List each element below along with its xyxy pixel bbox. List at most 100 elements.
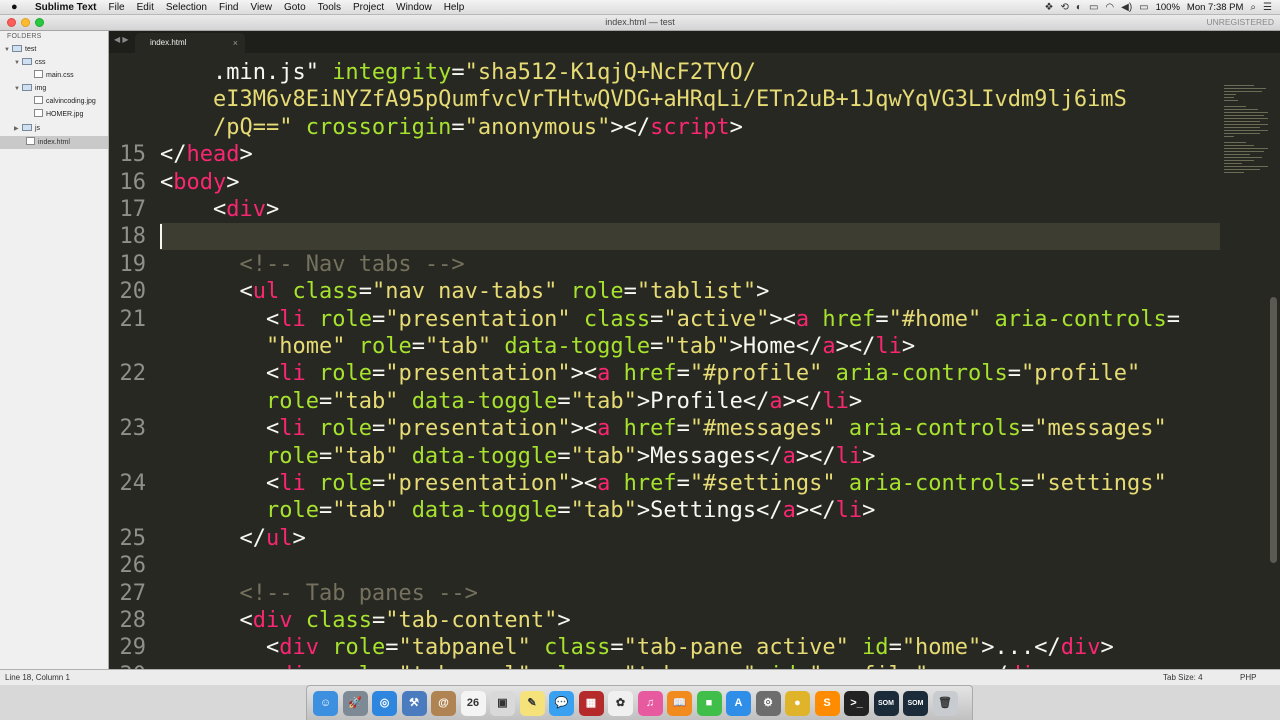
list-icon[interactable]: ☰ bbox=[1263, 2, 1272, 13]
code-line[interactable]: <!-- Nav tabs --> bbox=[160, 251, 464, 278]
code-line[interactable]: <!-- Tab panes --> bbox=[160, 580, 477, 607]
code-line[interactable]: <div> bbox=[160, 196, 279, 223]
code-token: >Messages</ bbox=[636, 444, 783, 469]
disclosure-open-icon[interactable]: ▼ bbox=[14, 83, 22, 96]
screen-icon[interactable]: ▭ bbox=[1089, 2, 1098, 13]
disclosure-open-icon[interactable]: ▼ bbox=[14, 57, 22, 70]
itunes-icon[interactable]: ♫ bbox=[637, 691, 663, 716]
code-line[interactable]: role="tab" data-toggle="tab">Profile</a>… bbox=[160, 388, 862, 415]
minimap[interactable] bbox=[1220, 53, 1268, 669]
sync-icon[interactable]: ⟲ bbox=[1061, 2, 1069, 13]
menu-view[interactable]: View bbox=[250, 2, 272, 13]
vertical-scrollbar[interactable] bbox=[1270, 297, 1277, 563]
line-number: 26 bbox=[119, 553, 147, 578]
menu-help[interactable]: Help bbox=[444, 2, 465, 13]
code-line[interactable]: </ul> bbox=[160, 525, 305, 552]
code-token: data-toggle bbox=[411, 389, 558, 414]
disclosure-open-icon[interactable]: ▼ bbox=[4, 44, 12, 57]
system-preferences-icon[interactable]: ⚙ bbox=[755, 691, 781, 716]
volume-icon[interactable]: ◀) bbox=[1121, 2, 1132, 13]
code-line[interactable]: eI3M6v8EiNYZfA95pQumfvcVrTHtwQVDG+aHRqLi… bbox=[160, 86, 1127, 113]
tab-nav-arrows-icon[interactable]: ◀ ▶ bbox=[114, 35, 129, 44]
photo-icon[interactable]: ▣ bbox=[490, 691, 515, 716]
code-line[interactable]: <div class="tab-content"> bbox=[160, 607, 570, 634]
app-store-icon[interactable]: A bbox=[726, 691, 751, 716]
app-icon-2[interactable]: SOM bbox=[903, 691, 928, 716]
launchpad-icon[interactable]: 🚀 bbox=[342, 691, 368, 716]
terminal-icon[interactable]: >_ bbox=[844, 691, 869, 716]
menu-tools[interactable]: Tools bbox=[318, 2, 341, 13]
code-line[interactable]: <div role="tabpanel" class="tab-pane act… bbox=[160, 634, 1114, 661]
menu-find[interactable]: Find bbox=[219, 2, 238, 13]
code-line[interactable]: "home" role="tab" data-toggle="tab">Home… bbox=[160, 333, 915, 360]
sidebar-file-homer[interactable]: HOMER.jpg bbox=[34, 108, 83, 121]
sidebar-folder-js[interactable]: ▶ js bbox=[14, 122, 40, 135]
clock[interactable]: Mon 7:38 PM bbox=[1187, 2, 1244, 13]
code-line[interactable]: <ul class="nav nav-tabs" role="tablist"> bbox=[160, 278, 769, 305]
code-line[interactable]: <li role="presentation"><a href="#profil… bbox=[160, 360, 1140, 387]
menu-file[interactable]: File bbox=[109, 2, 125, 13]
menu-goto[interactable]: Goto bbox=[284, 2, 306, 13]
sidebar-folder-css[interactable]: ▼ css bbox=[14, 56, 46, 69]
code-token: = bbox=[1021, 471, 1035, 496]
messages-icon[interactable]: 💬 bbox=[549, 691, 574, 716]
code-line[interactable]: role="tab" data-toggle="tab">Settings</a… bbox=[160, 497, 875, 524]
tab-index-html[interactable]: index.html × bbox=[135, 33, 245, 53]
search-icon[interactable]: ⌕ bbox=[1250, 2, 1256, 13]
sidebar-file-index-html[interactable]: index.html bbox=[0, 136, 108, 149]
code-line[interactable]: <div role="tabpanel" class="tab-pane" id… bbox=[160, 662, 1061, 669]
battery-icon[interactable]: ▭ bbox=[1139, 2, 1148, 13]
menu-edit[interactable]: Edit bbox=[137, 2, 154, 13]
code-line[interactable]: .min.js" integrity="sha512-K1qjQ+NcF2TYO… bbox=[160, 59, 756, 86]
image-file-icon bbox=[34, 109, 43, 117]
code-token: > bbox=[265, 197, 280, 222]
tab-size-selector[interactable]: Tab Size: 4 bbox=[1163, 670, 1203, 686]
sidebar-file-calvincoding[interactable]: calvincoding.jpg bbox=[34, 95, 96, 108]
wifi-icon[interactable]: ◠ bbox=[1105, 2, 1114, 13]
trash-icon[interactable]: 🗑 bbox=[932, 691, 958, 716]
app-icon-1[interactable]: SOM bbox=[873, 691, 899, 716]
code-line[interactable] bbox=[160, 223, 1220, 250]
headphones-icon[interactable]: ◐ bbox=[1076, 2, 1082, 13]
code-line[interactable]: role="tab" data-toggle="tab">Messages</a… bbox=[160, 443, 875, 470]
code-line[interactable]: /pQ==" crossorigin="anonymous"></script> bbox=[160, 114, 743, 141]
code-line[interactable]: </head> bbox=[160, 141, 253, 168]
finder-icon[interactable]: ☺ bbox=[313, 691, 338, 716]
menu-project[interactable]: Project bbox=[353, 2, 384, 13]
editor-pane[interactable]: ◀ ▶ index.html × 15 16 17 18 19 20 21 22 23 24 25 2… bbox=[109, 31, 1280, 669]
menu-selection[interactable]: Selection bbox=[166, 2, 207, 13]
apple-menu-icon[interactable]: ● bbox=[11, 1, 25, 13]
ibooks-icon[interactable]: 📖 bbox=[667, 691, 692, 716]
photos-icon[interactable]: ✿ bbox=[608, 691, 633, 716]
sublime-text-icon[interactable]: S bbox=[814, 691, 840, 716]
code-area[interactable]: .min.js" integrity="sha512-K1qjQ+NcF2TYO… bbox=[160, 59, 1220, 669]
line-number: 19 bbox=[119, 252, 147, 277]
calendar-icon[interactable]: 26 bbox=[460, 691, 486, 716]
xcode-icon[interactable]: ⚒ bbox=[401, 691, 427, 716]
photo-booth-icon[interactable]: ▦ bbox=[578, 691, 604, 716]
sidebar-folder-test[interactable]: ▼ test bbox=[4, 43, 36, 56]
close-tab-icon[interactable]: × bbox=[233, 33, 238, 53]
code-line[interactable]: <li role="presentation"><a href="#settin… bbox=[160, 470, 1167, 497]
code-token: li bbox=[835, 444, 863, 469]
code-line[interactable]: <li role="presentation"><a href="#messag… bbox=[160, 415, 1167, 442]
notes-icon[interactable]: ✎ bbox=[519, 691, 545, 716]
syntax-selector[interactable]: PHP bbox=[1240, 670, 1256, 686]
contacts-icon[interactable]: @ bbox=[431, 691, 456, 716]
code-line[interactable]: <li role="presentation" class="active"><… bbox=[160, 306, 1180, 333]
facetime-icon[interactable]: ■ bbox=[696, 691, 722, 716]
sidebar-file-main-css[interactable]: main.css bbox=[34, 69, 74, 82]
chrome-icon[interactable]: ● bbox=[785, 691, 810, 716]
code-line[interactable]: <body> bbox=[160, 169, 239, 196]
menu-window[interactable]: Window bbox=[396, 2, 432, 13]
sidebar-folder-img[interactable]: ▼ img bbox=[14, 82, 46, 95]
code-token: </ bbox=[160, 526, 266, 551]
safari-icon[interactable]: ◎ bbox=[372, 691, 397, 716]
dropbox-icon[interactable]: ❖ bbox=[1045, 2, 1054, 13]
disclosure-closed-icon[interactable]: ▶ bbox=[14, 123, 22, 136]
app-menu[interactable]: Sublime Text bbox=[35, 2, 97, 13]
minimap-line bbox=[1224, 151, 1264, 152]
